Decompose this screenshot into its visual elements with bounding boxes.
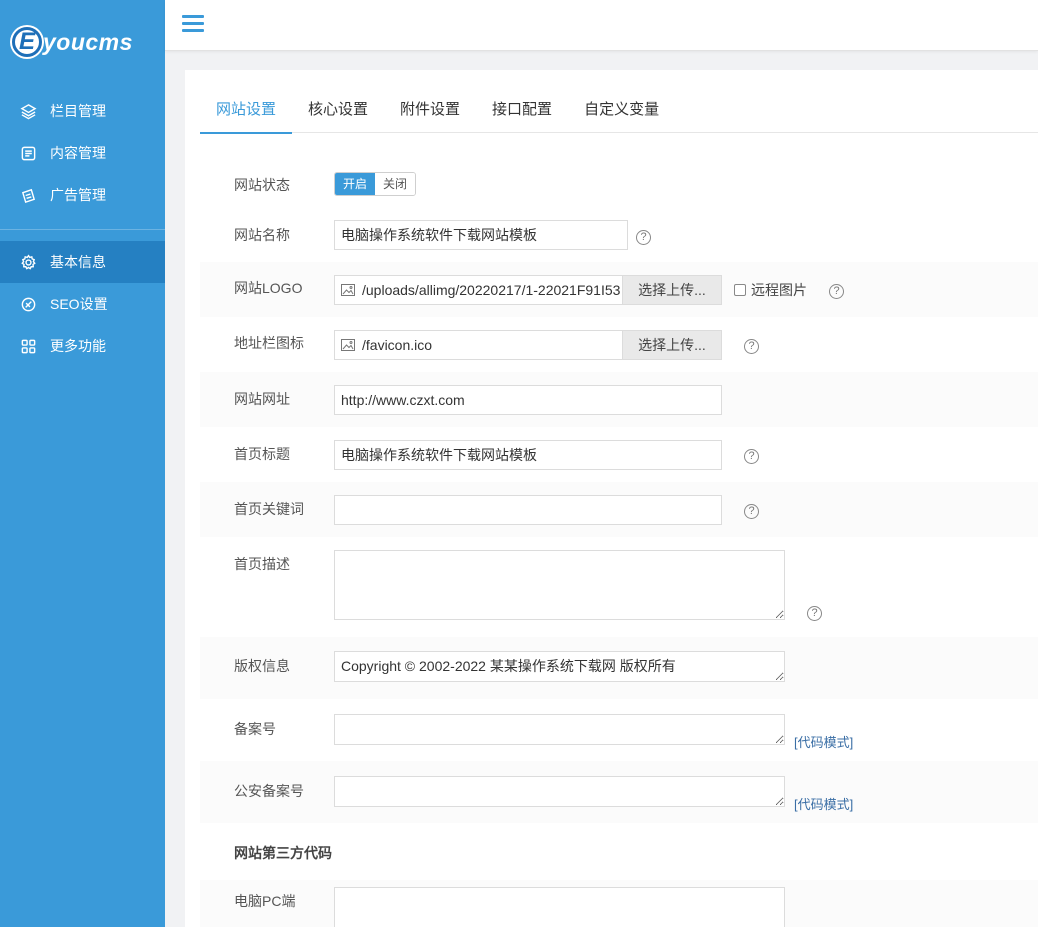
site-name-input[interactable]: 电脑操作系统软件下载网站模板 (334, 220, 628, 250)
logo-mark: E (12, 27, 42, 57)
tab-site-settings[interactable]: 网站设置 (200, 88, 293, 134)
logo[interactable]: E youcms (0, 0, 165, 84)
status-on-option[interactable]: 开启 (335, 173, 376, 195)
pc-code-textarea[interactable] (334, 887, 785, 927)
field-label: 备案号 (234, 721, 276, 737)
favicon-path-field[interactable]: /favicon.ico (335, 331, 622, 359)
form-row-home-keywords: 首页关键词 ? (200, 482, 1038, 537)
form-row-url: 网站网址 http://www.czxt.com (200, 372, 1038, 427)
checkbox-label: 远程图片 (751, 282, 807, 298)
section-title: 网站第三方代码 (234, 845, 332, 861)
menu-toggle-icon[interactable] (182, 15, 204, 35)
sidebar-item-more[interactable]: 更多功能 (0, 325, 165, 367)
sidebar-item-content[interactable]: 内容管理 (0, 132, 165, 174)
help-icon[interactable]: ? (744, 449, 759, 464)
tab-custom-variables[interactable]: 自定义变量 (568, 88, 675, 133)
logo-path-field[interactable]: /uploads/allimg/20220217/1-22021F91I53 (335, 276, 622, 304)
form-row-logo: 网站LOGO /uploads/allimg/20220217/1-22021F… (200, 262, 1038, 317)
gear-icon (21, 253, 36, 270)
status-off-option[interactable]: 关闭 (375, 173, 416, 195)
form-row-status: 网站状态 开启 关闭 (200, 155, 1038, 207)
help-icon[interactable]: ? (744, 504, 759, 519)
favicon-upload-button[interactable]: 选择上传... (622, 331, 721, 359)
grid-icon (21, 339, 36, 353)
copyright-textarea[interactable]: Copyright © 2002-2022 某某操作系统下载网 版权所有 (334, 651, 785, 682)
form-row-police: 公安备案号 [代码模式] (200, 761, 1038, 823)
help-icon[interactable]: ? (636, 230, 651, 245)
sidebar-item-label: 内容管理 (50, 145, 106, 161)
seo-icon (21, 297, 36, 311)
field-label: 首页描述 (234, 556, 290, 572)
logo-text: youcms (43, 28, 133, 55)
sidebar-item-label: 更多功能 (50, 338, 106, 354)
site-url-input[interactable]: http://www.czxt.com (334, 385, 722, 415)
home-keywords-input[interactable] (334, 495, 722, 525)
field-label: 网站网址 (234, 391, 290, 407)
home-description-textarea[interactable] (334, 550, 785, 620)
settings-panel: 网站设置 核心设置 附件设置 接口配置 自定义变量 网站状态 开启 关闭 网站名… (185, 70, 1038, 927)
icp-textarea[interactable] (334, 714, 785, 745)
help-icon[interactable]: ? (829, 284, 844, 299)
form-row-home-description: 首页描述 ? (200, 537, 1038, 637)
help-icon[interactable]: ? (744, 339, 759, 354)
home-title-input[interactable]: 电脑操作系统软件下载网站模板 (334, 440, 722, 470)
field-label: 首页关键词 (234, 501, 304, 517)
sidebar-item-label: 广告管理 (50, 187, 106, 203)
favicon-upload: /favicon.ico 选择上传... (334, 330, 722, 360)
tab-api-config[interactable]: 接口配置 (476, 88, 568, 133)
form-row-name: 网站名称 电脑操作系统软件下载网站模板 ? (200, 207, 1038, 262)
sidebar: E youcms 栏目管理 内容管理 广告管理 基本信息 SEO设置 更多功能 (0, 0, 165, 927)
icp-code-mode-link[interactable]: [代码模式] (794, 732, 853, 751)
sidebar-item-basic-info[interactable]: 基本信息 (0, 241, 165, 283)
form-row-pc-code: 电脑PC端 (200, 880, 1038, 927)
field-label: 版权信息 (234, 658, 290, 674)
police-code-mode-link[interactable]: [代码模式] (794, 794, 853, 813)
tab-bar: 网站设置 核心设置 附件设置 接口配置 自定义变量 (200, 88, 1038, 134)
help-icon[interactable]: ? (807, 606, 822, 621)
field-label: 公安备案号 (234, 783, 304, 799)
sidebar-item-ads[interactable]: 广告管理 (0, 174, 165, 216)
nav-divider (0, 229, 165, 230)
logo-upload-button[interactable]: 选择上传... (622, 276, 721, 304)
remote-image-checkbox[interactable]: 远程图片 (734, 280, 807, 300)
field-label: 网站LOGO (234, 280, 303, 296)
sidebar-item-label: SEO设置 (50, 296, 108, 312)
document-icon (21, 146, 36, 160)
sidebar-item-seo[interactable]: SEO设置 (0, 283, 165, 325)
sidebar-item-label: 栏目管理 (50, 103, 106, 119)
ad-icon (21, 188, 36, 203)
logo-upload: /uploads/allimg/20220217/1-22021F91I53 选… (334, 275, 722, 305)
field-label: 电脑PC端 (234, 893, 296, 909)
form-row-copyright: 版权信息 Copyright © 2002-2022 某某操作系统下载网 版权所… (200, 637, 1038, 699)
sidebar-item-columns[interactable]: 栏目管理 (0, 90, 165, 132)
field-label: 网站名称 (234, 227, 290, 243)
tab-attachment-settings[interactable]: 附件设置 (384, 88, 476, 133)
police-textarea[interactable] (334, 776, 785, 807)
field-label: 首页标题 (234, 446, 290, 462)
layers-icon (20, 103, 37, 119)
third-party-section: 网站第三方代码 (200, 823, 1038, 880)
tab-core-settings[interactable]: 核心设置 (292, 88, 384, 133)
favicon-path-value: /favicon.ico (362, 337, 433, 353)
site-status-toggle[interactable]: 开启 关闭 (334, 172, 417, 196)
logo-path-value: /uploads/allimg/20220217/1-22021F91I53 (362, 282, 621, 298)
field-label: 网站状态 (234, 177, 290, 193)
form-row-icp: 备案号 [代码模式] (200, 699, 1038, 761)
image-icon (341, 284, 355, 296)
sidebar-item-label: 基本信息 (50, 254, 106, 270)
form-row-home-title: 首页标题 电脑操作系统软件下载网站模板 ? (200, 427, 1038, 482)
checkbox-box[interactable] (734, 284, 746, 296)
field-label: 地址栏图标 (234, 335, 304, 351)
image-icon (341, 339, 355, 351)
form-row-favicon: 地址栏图标 /favicon.ico 选择上传... ? (200, 317, 1038, 372)
top-bar (165, 0, 1038, 51)
